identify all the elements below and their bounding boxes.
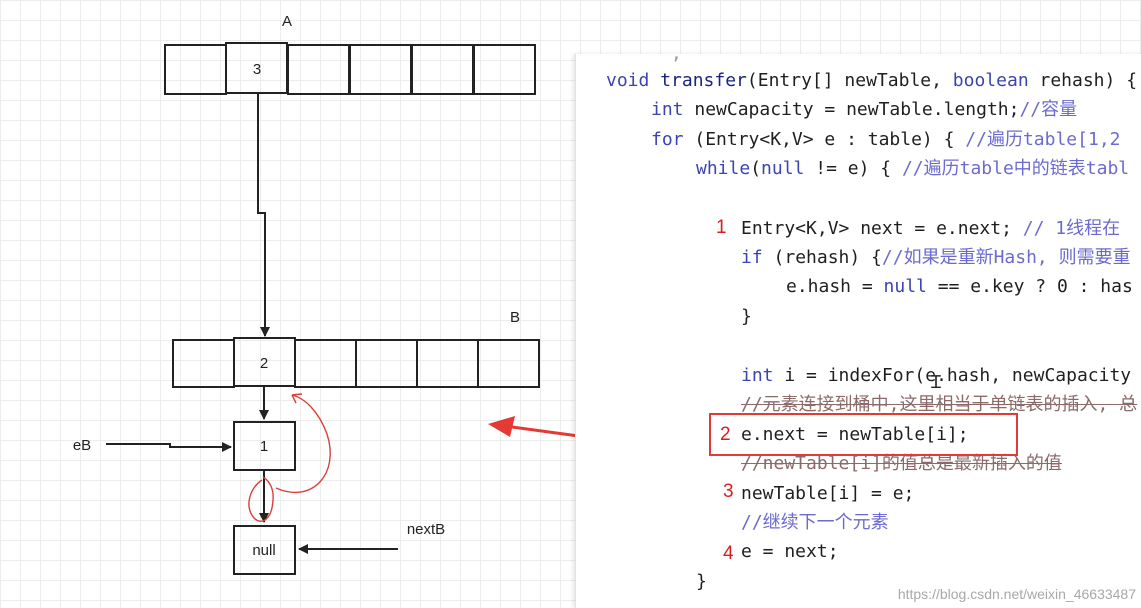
code-token: for [651, 129, 684, 150]
code-token: null [883, 276, 927, 297]
code-token: != e) { [804, 158, 902, 179]
code-panel: , void transfer(Entry[] newTable, boolea… [575, 54, 1141, 608]
code-line: for (Entry<K,V> e : table) { //遍历table[1… [651, 128, 1121, 152]
node-entry-label: 1 [260, 438, 268, 455]
text-cursor-icon: Ɪ [931, 372, 942, 393]
code-token: //元素连接到桶中,这里相当于单链表的插入, 总 [741, 394, 1138, 415]
code-token: Entry<K,V> next = e.next; [741, 218, 1023, 239]
code-fragment: , [671, 54, 682, 66]
code-line: //继续下一个元素 [741, 511, 889, 535]
watermark: https://blog.csdn.net/weixin_46633487 [897, 586, 1136, 602]
table-a-cell [411, 44, 474, 95]
highlight-box [709, 413, 1018, 456]
code-token: int [651, 99, 684, 120]
pointer-eb-label: eB [73, 437, 91, 454]
pointer-eb-arrow [106, 442, 232, 452]
code-line: int newCapacity = newTable.length;//容量 [651, 98, 1077, 122]
code-line: newTable[i] = e; [741, 482, 914, 506]
step-number-3: 3 [723, 481, 734, 502]
table-b-cell [355, 339, 418, 388]
code-token: //遍历table中的链表tabl [901, 158, 1130, 179]
connector-arrow [257, 93, 270, 337]
code-line: void transfer(Entry[] newTable, boolean … [606, 69, 1137, 93]
code-token: } [741, 306, 752, 327]
table-b: 2 [172, 337, 540, 388]
code-line: if (rehash) {//如果是重新Hash, 则需要重 [741, 246, 1131, 270]
code-line: } [741, 305, 752, 329]
table-b-label: B [510, 309, 520, 326]
table-a-cell [164, 44, 227, 95]
code-token: //遍历table[1,2 [965, 129, 1121, 150]
code-token: // 1线程在 [1022, 218, 1121, 239]
table-b-cell [294, 339, 357, 388]
table-b-cell [416, 339, 479, 388]
code-line: while(null != e) { //遍历table中的链表tabl [696, 157, 1129, 181]
code-token: null [761, 158, 805, 179]
code-line: Entry<K,V> next = e.next; // 1线程在 [741, 217, 1120, 241]
code-token: } [696, 571, 707, 592]
table-b-cell [477, 339, 540, 388]
code-token: void [606, 70, 661, 91]
annotation-loop-stroke [248, 476, 274, 522]
code-token: rehash) { [1028, 70, 1138, 91]
annotation-curve-stroke [275, 394, 331, 494]
code-token: transfer [660, 70, 747, 91]
code-token: (Entry<K,V> e : table) { [683, 129, 966, 150]
code-token: e.hash = [786, 276, 884, 297]
code-token: //容量 [1019, 99, 1078, 120]
table-b-cell-label: 2 [260, 355, 268, 372]
code-token: == e.key ? 0 : has [926, 276, 1133, 297]
table-a-cell-label: 3 [253, 61, 261, 78]
table-a-cell [473, 44, 536, 95]
code-token: if [741, 247, 763, 268]
code-line: e = next; [741, 540, 839, 564]
table-b-cell [172, 339, 235, 388]
table-a-cell [287, 44, 350, 95]
step-number-1: 1 [716, 217, 727, 238]
code-token: ( [750, 158, 762, 179]
code-token: //newTable[i]的值总是最新插入的值 [741, 453, 1062, 474]
code-token: newCapacity = newTable.length; [683, 99, 1020, 120]
code-line: } [696, 570, 707, 594]
code-token: e = next; [741, 541, 839, 562]
code-line: e.hash = null == e.key ? 0 : has [786, 275, 1133, 299]
code-token: i = indexFor(e.hash, newCapacity [773, 365, 1132, 386]
code-token: boolean [952, 70, 1029, 91]
node-null-label: null [252, 542, 275, 559]
step-number-4: 4 [723, 543, 734, 564]
code-token: int [741, 365, 774, 386]
code-token: (Entry[] newTable, [746, 70, 953, 91]
code-token: while [696, 158, 751, 179]
pointer-nextb-label: nextB [407, 521, 445, 538]
code-token: //如果是重新Hash, 则需要重 [881, 247, 1131, 268]
table-a: 3 [164, 42, 536, 95]
table-a-cell [349, 44, 412, 95]
table-a-label: A [282, 13, 292, 30]
pointer-arrow-head [488, 416, 515, 437]
code-token: //继续下一个元素 [741, 512, 889, 533]
code-token: newTable[i] = e; [741, 483, 915, 504]
code-token: (rehash) { [762, 247, 882, 268]
